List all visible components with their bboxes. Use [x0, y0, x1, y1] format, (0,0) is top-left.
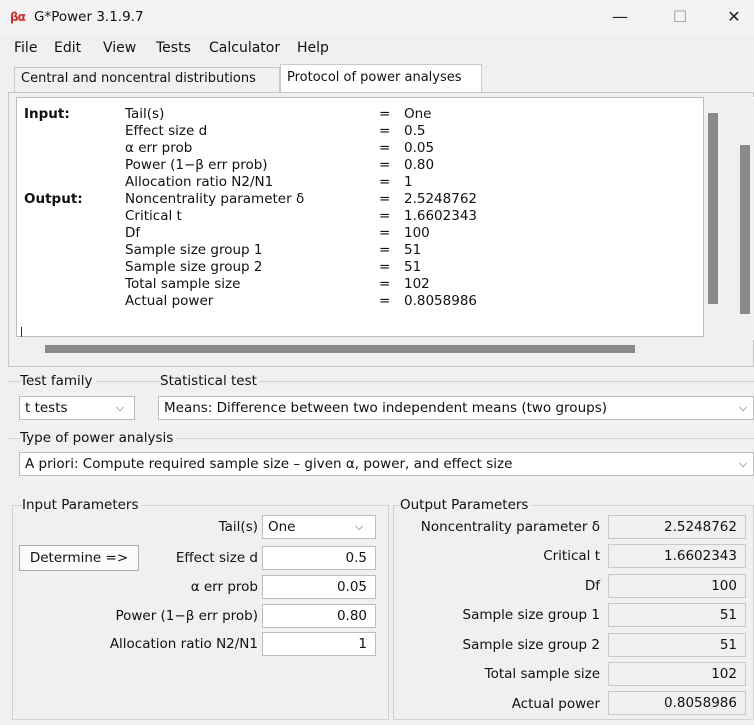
- effect-size-input[interactable]: 0.5: [262, 546, 376, 570]
- close-icon[interactable]: ✕: [711, 0, 754, 34]
- power-analysis-select[interactable]: A priori: Compute required sample size –…: [19, 452, 754, 476]
- protocol-line: Sample size group 1 = 51: [125, 242, 422, 258]
- actual-power-label: Actual power: [511, 696, 600, 712]
- protocol-line: Total sample size = 102: [125, 276, 430, 292]
- menu-edit[interactable]: Edit: [54, 36, 81, 60]
- allocation-ratio-label: Allocation ratio N2/N1: [109, 636, 258, 652]
- tails-select[interactable]: One ⌵: [262, 515, 376, 539]
- text-cursor: [21, 327, 22, 337]
- test-family-label: Test family: [20, 373, 96, 390]
- protocol-output-heading: Output:: [24, 191, 83, 207]
- menu-help[interactable]: Help: [297, 36, 329, 60]
- app-icon: βα: [10, 10, 26, 24]
- protocol-line: Power (1−β err prob) = 0.80: [125, 157, 435, 173]
- window-title: G*Power 3.1.9.7: [34, 9, 144, 25]
- sample-size-group1-label: Sample size group 1: [462, 607, 600, 623]
- protocol-input-heading: Input:: [24, 106, 70, 122]
- menu-view[interactable]: View: [103, 36, 136, 60]
- statistical-test-value: Means: Difference between two independen…: [164, 400, 607, 416]
- df-label: Df: [584, 578, 600, 594]
- protocol-line: Effect size d = 0.5: [125, 123, 426, 139]
- protocol-line: Df = 100: [125, 225, 430, 241]
- protocol-line: Allocation ratio N2/N1 = 1: [125, 174, 413, 190]
- determine-button[interactable]: Determine =>: [19, 545, 139, 571]
- protocol-line: Critical t = 1.6602343: [125, 208, 478, 224]
- power-label: Power (1−β err prob): [115, 608, 258, 624]
- protocol-line: α err prob = 0.05: [125, 140, 435, 156]
- noncentrality-label: Noncentrality parameter δ: [420, 519, 600, 535]
- alpha-input[interactable]: 0.05: [262, 575, 376, 599]
- menu-file[interactable]: File: [14, 36, 37, 60]
- chevron-down-icon: ⌵: [354, 520, 364, 533]
- protocol-line: Input: Tail(s) = One: [24, 106, 432, 122]
- menu-calculator[interactable]: Calculator: [209, 36, 280, 60]
- alpha-label: α err prob: [190, 579, 258, 595]
- sample-size-group1-output: 51: [608, 603, 746, 627]
- title-bar: βα G*Power 3.1.9.7 — ☐ ✕: [0, 0, 754, 34]
- menu-tests[interactable]: Tests: [156, 36, 191, 60]
- tails-value: One: [268, 519, 296, 535]
- tails-label: Tail(s): [218, 519, 258, 535]
- tab-distributions[interactable]: Central and noncentral distributions: [14, 67, 280, 92]
- critical-t-label: Critical t: [543, 548, 600, 564]
- chevron-down-icon: ⌵: [115, 401, 125, 414]
- protocol-line: Output: Noncentrality parameter δ = 2.52…: [24, 191, 478, 207]
- statistical-test-select[interactable]: Means: Difference between two independen…: [158, 396, 754, 420]
- noncentrality-output: 2.5248762: [608, 515, 746, 539]
- protocol-line: Sample size group 2 = 51: [125, 259, 422, 275]
- power-analysis-value: A priori: Compute required sample size –…: [25, 456, 513, 472]
- power-analysis-label: Type of power analysis: [20, 430, 177, 447]
- effect-size-label: Effect size d: [175, 550, 258, 566]
- divider: [8, 381, 754, 382]
- sample-size-group2-output: 51: [608, 633, 746, 657]
- allocation-ratio-input[interactable]: 1: [262, 632, 376, 656]
- protocol-line: Actual power = 0.8058986: [125, 293, 478, 309]
- actual-power-output: 0.8058986: [608, 691, 746, 715]
- sample-size-group2-label: Sample size group 2: [462, 637, 600, 653]
- maximize-icon[interactable]: ☐: [657, 0, 703, 34]
- power-input[interactable]: 0.80: [262, 604, 376, 628]
- statistical-test-label: Statistical test: [160, 373, 260, 390]
- input-parameters-title: Input Parameters: [22, 497, 142, 514]
- test-family-select[interactable]: t tests ⌵: [19, 396, 135, 420]
- minimize-icon[interactable]: —: [597, 0, 643, 34]
- protocol-text-area[interactable]: Input: Tail(s) = One Effect size d = 0.5…: [16, 97, 704, 337]
- test-family-value: t tests: [25, 400, 68, 416]
- tab-strip: Central and noncentral distributions Pro…: [0, 64, 754, 92]
- chevron-down-icon: ⌵: [738, 457, 748, 470]
- output-parameters-title: Output Parameters: [400, 497, 532, 514]
- tab-protocol[interactable]: Protocol of power analyses: [280, 64, 482, 92]
- critical-t-output: 1.6602343: [608, 544, 746, 568]
- protocol-scroll-thumb-outer[interactable]: [740, 145, 750, 314]
- total-sample-size-label: Total sample size: [484, 666, 600, 682]
- protocol-scroll-thumb-inner[interactable]: [708, 113, 718, 304]
- total-sample-size-output: 102: [608, 662, 746, 686]
- protocol-hscroll-thumb[interactable]: [45, 345, 635, 353]
- chevron-down-icon: ⌵: [738, 401, 748, 414]
- df-output: 100: [608, 574, 746, 598]
